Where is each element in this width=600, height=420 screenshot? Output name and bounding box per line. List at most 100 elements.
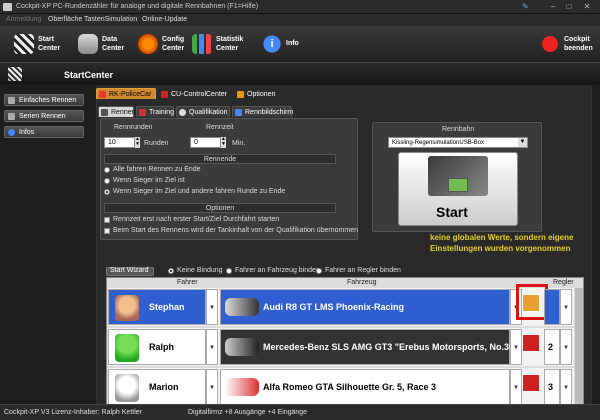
- menu-bar: Anmeldung Oberfläche TastenSimulation On…: [0, 14, 600, 26]
- chevron-down-icon[interactable]: ▼: [518, 138, 527, 147]
- stopwatch-icon: [179, 109, 186, 116]
- end-option-radio[interactable]: [104, 167, 110, 173]
- menu-anmeldung[interactable]: Anmeldung: [6, 16, 41, 23]
- chevron-down-icon[interactable]: ▼: [560, 369, 572, 405]
- avatar: [115, 334, 139, 362]
- database-icon: [78, 34, 98, 54]
- tab-label: RK-PoliceCar: [109, 90, 152, 98]
- statistic-center-label: Statistik Center: [216, 36, 244, 52]
- tools-icon: [237, 91, 244, 98]
- binding-label: Fahrer an Fahrzeug binden: [235, 267, 320, 274]
- option-checkbox[interactable]: [104, 228, 110, 234]
- title-bar: Cockpit-XP PC-Rundenzähler für analoge u…: [0, 0, 600, 14]
- time-spinner[interactable]: ▲ ▼: [220, 137, 226, 148]
- control-unit-icon: [161, 91, 168, 98]
- rounds-spinner[interactable]: ▲ ▼: [134, 137, 140, 148]
- avatar: [115, 295, 139, 321]
- tab-rennen[interactable]: Rennen: [98, 106, 136, 117]
- car-name: Audi R8 GT LMS Phoenix-Racing: [263, 302, 405, 312]
- chevron-down-icon[interactable]: ▼: [206, 329, 218, 365]
- car-thumbnail: [225, 378, 259, 396]
- table-row[interactable]: Stephan ▼ Audi R8 GT LMS Phoenix-Racing …: [108, 284, 574, 326]
- sidebar-item-infos[interactable]: Infos: [4, 126, 84, 138]
- flag-icon: [8, 67, 22, 81]
- minimize-button[interactable]: –: [546, 2, 560, 12]
- driver-cell[interactable]: Ralph: [108, 329, 206, 365]
- sidebar-item-serien-rennen[interactable]: Serien Rennen: [4, 110, 84, 122]
- track-select[interactable]: Kissling-RegensimulationUSB-Box: [388, 137, 528, 148]
- rounds-label: Rennrunden: [114, 124, 153, 131]
- table-row[interactable]: Marion ▼ Alfa Romeo GTA Silhouette Gr. 5…: [108, 368, 574, 406]
- binding-radio[interactable]: [226, 268, 232, 274]
- table-row[interactable]: Ralph ▼ Mercedes-Benz SLS AMG GT3 "Erebu…: [108, 328, 574, 366]
- driver-table: Fahrer Fahrzeug Regler Stephan ▼ Audi R8…: [106, 277, 584, 411]
- end-option-label: Alle fahren Rennen zu Ende: [113, 166, 201, 173]
- binding-radio[interactable]: [316, 268, 322, 274]
- menu-oberflaeche[interactable]: Oberfläche: [48, 16, 82, 23]
- chevron-down-icon[interactable]: ▼: [560, 329, 572, 365]
- driver-name: Stephan: [149, 302, 185, 312]
- interface-text: Digitalfirmz +8 Ausgänge +4 Eingänge: [188, 409, 308, 416]
- statistic-center-button[interactable]: Statistik Center: [192, 32, 252, 58]
- header-controller: Regler: [553, 279, 574, 286]
- controller-cell[interactable]: [544, 289, 560, 325]
- start-center-button[interactable]: Start Center: [14, 32, 74, 58]
- controller-cell[interactable]: 3: [544, 369, 560, 405]
- config-center-button[interactable]: Config Center: [138, 32, 198, 58]
- tab-label: Qualifikation: [189, 108, 228, 116]
- app-icon: [3, 3, 12, 11]
- menu-online-update[interactable]: Online-Update: [142, 16, 187, 23]
- car-name: Alfa Romeo GTA Silhouette Gr. 5, Race 3: [263, 382, 437, 392]
- control-unit-icon[interactable]: [522, 374, 540, 392]
- driver-cell[interactable]: Marion: [108, 369, 206, 405]
- controller-cell[interactable]: 2: [544, 329, 560, 365]
- chevron-down-icon[interactable]: ▼: [560, 289, 572, 325]
- start-wizard-label: Start Wizard: [110, 267, 149, 274]
- exit-button[interactable]: Cockpit beenden: [540, 32, 598, 58]
- option-label: Rennzeit erst nach erster Start/Ziel Dur…: [113, 216, 280, 223]
- chevron-down-icon[interactable]: ▼: [510, 329, 522, 365]
- tab-label: Training: [149, 108, 175, 116]
- end-option-label: Wenn Sieger im Ziel ist: [113, 177, 185, 184]
- close-button[interactable]: ✕: [580, 2, 594, 12]
- end-option-radio[interactable]: [104, 189, 110, 195]
- rk-logo-icon: [448, 178, 468, 192]
- binding-label: Keine Bindung: [177, 267, 223, 274]
- scrollbar[interactable]: [575, 288, 583, 410]
- control-unit-icon[interactable]: [522, 334, 540, 352]
- tab-label: Rennbildschirm: [245, 108, 294, 116]
- info-button[interactable]: i Info: [262, 32, 312, 58]
- race-end-header: Rennende: [104, 154, 336, 164]
- info-label: Info: [286, 40, 299, 47]
- option-checkbox[interactable]: [104, 217, 110, 223]
- rounds-unit: Runden: [144, 140, 169, 147]
- tab-qualifikation[interactable]: Qualifikation: [176, 106, 230, 117]
- chevron-down-icon[interactable]: ▼: [206, 289, 218, 325]
- end-option-radio[interactable]: [104, 178, 110, 184]
- car-name: Mercedes-Benz SLS AMG GT3 "Erebus Motors…: [263, 342, 525, 352]
- gear-icon: [138, 34, 158, 54]
- data-center-button[interactable]: Data Center: [78, 32, 138, 58]
- sidebar-item-einfaches-rennen[interactable]: Einfaches Rennen: [4, 94, 84, 106]
- car-cell[interactable]: Mercedes-Benz SLS AMG GT3 "Erebus Motors…: [220, 329, 525, 365]
- tab-training[interactable]: Training: [136, 106, 174, 117]
- toolbar: Start Center Data Center Config Center S…: [0, 26, 600, 62]
- chevron-down-icon[interactable]: ▼: [206, 369, 218, 405]
- car-cell[interactable]: Alfa Romeo GTA Silhouette Gr. 5, Race 3: [220, 369, 510, 405]
- tab-cu-controlcenter[interactable]: CU-ControlCenter: [158, 88, 227, 99]
- driver-name: Ralph: [149, 342, 175, 352]
- car-cell[interactable]: Audi R8 GT LMS Phoenix-Racing: [220, 289, 510, 325]
- menu-tastensimulation[interactable]: TastenSimulation: [84, 16, 137, 23]
- binding-radio[interactable]: [168, 268, 174, 274]
- start-label: Start: [436, 204, 468, 220]
- chevron-down-icon[interactable]: ▼: [510, 369, 522, 405]
- maximize-button[interactable]: □: [562, 2, 576, 12]
- wrench-icon[interactable]: ✎: [522, 2, 532, 12]
- sidebar-item-label: Infos: [19, 129, 35, 136]
- tab-optionen[interactable]: Optionen: [234, 88, 284, 99]
- tab-rk-policecar[interactable]: RK-PoliceCar: [96, 88, 156, 99]
- info-icon: [8, 129, 15, 136]
- training-icon: [139, 109, 146, 116]
- tab-rennbildschirm[interactable]: Rennbildschirm: [232, 106, 294, 117]
- driver-cell[interactable]: Stephan: [108, 289, 206, 325]
